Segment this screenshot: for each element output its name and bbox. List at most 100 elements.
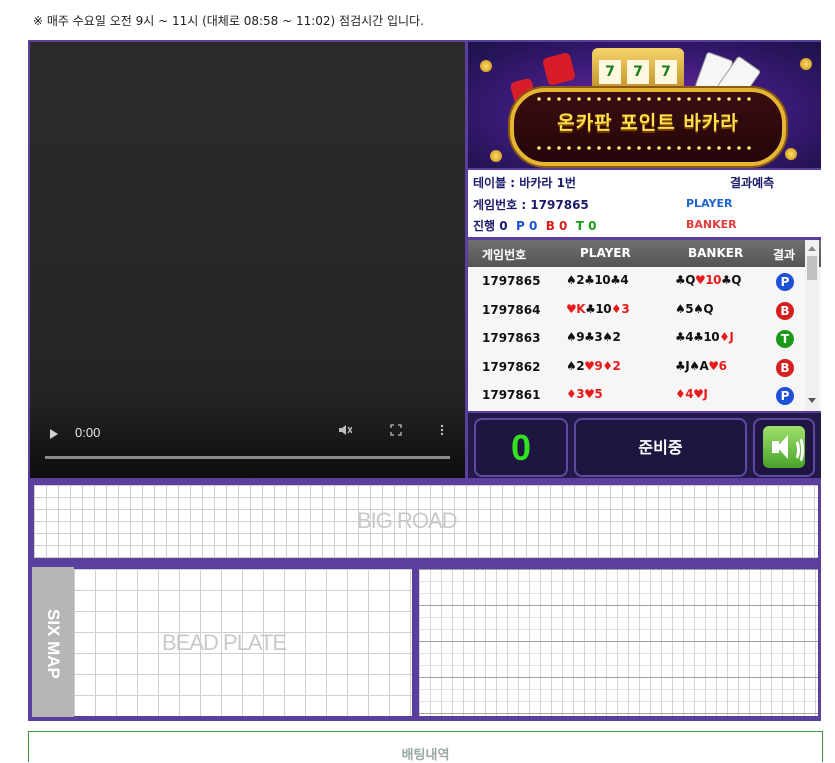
derived-roads-grid bbox=[419, 569, 818, 716]
scroll-down-icon[interactable] bbox=[808, 398, 816, 403]
card-rank: 4 bbox=[685, 387, 694, 401]
speaker-cone bbox=[777, 435, 788, 459]
mute-icon[interactable] bbox=[338, 424, 353, 440]
card-value: ♥ bbox=[694, 273, 706, 287]
header-player: PLAYER bbox=[580, 246, 631, 260]
coin-decoration bbox=[490, 150, 502, 162]
card-value: ♠ bbox=[566, 358, 577, 373]
card-value: ♣ bbox=[675, 330, 686, 344]
card-value: ♠ bbox=[566, 273, 577, 287]
row-player-cards: ♥K♣10♦3 bbox=[566, 301, 630, 316]
card-rank: 2 bbox=[576, 273, 585, 287]
history-scrollbar[interactable] bbox=[805, 240, 819, 411]
bead-plate-label: BEAD PLATE bbox=[162, 630, 287, 655]
scroll-thumb[interactable] bbox=[807, 256, 817, 280]
history-row[interactable]: 1797863 ♠9♣3♠2 ♣4♣10♦J T bbox=[468, 325, 808, 353]
player-count-label: P bbox=[516, 219, 525, 233]
row-player-cards: ♦3♥5 bbox=[566, 387, 603, 401]
marquee-lights bbox=[534, 146, 754, 150]
card-value: ♦ bbox=[566, 387, 577, 401]
game-number: 게임번호 : 1797865 bbox=[473, 198, 589, 212]
tie-count: 0 bbox=[588, 219, 597, 233]
row-player-cards: ♠2♣10♣4 bbox=[566, 273, 629, 287]
progress-counts: 진행 0 P 0 B 0 T 0 bbox=[473, 217, 597, 234]
card-value: ♣ bbox=[584, 273, 595, 287]
history-row[interactable]: 1797865 ♠2♣10♣4 ♣Q♥10♣Q P bbox=[468, 268, 808, 296]
row-banker-cards: ♣J♠A♥6 bbox=[675, 358, 727, 373]
predict-player[interactable]: PLAYER bbox=[686, 197, 732, 210]
slot-reel: 7 bbox=[655, 60, 677, 84]
row-banker-cards: ♣4♣10♦J bbox=[675, 330, 734, 344]
card-value: ♣ bbox=[585, 301, 596, 316]
scroll-up-icon[interactable] bbox=[808, 246, 816, 251]
card-value: ♦ bbox=[611, 301, 622, 316]
row-result-badge: B bbox=[776, 301, 794, 320]
fullscreen-icon[interactable] bbox=[390, 424, 402, 440]
tie-count-label: T bbox=[575, 219, 584, 233]
row-result-badge: B bbox=[776, 358, 794, 377]
card-value: ♥ bbox=[584, 387, 595, 401]
card-value: ♠ bbox=[602, 330, 613, 344]
video-progress-bar[interactable] bbox=[45, 456, 450, 459]
row-game-number: 1797865 bbox=[482, 274, 541, 288]
video-time: 0:00 bbox=[75, 425, 101, 440]
sound-toggle-button[interactable] bbox=[753, 418, 815, 477]
header-result: 결과 bbox=[773, 248, 796, 262]
row-game-number: 1797862 bbox=[482, 359, 541, 374]
card-rank: 4 bbox=[620, 273, 629, 287]
game-history-table[interactable]: 게임번호 PLAYER BANKER 결과 1797865 ♠2♣10♣4 ♣Q♥1… bbox=[468, 240, 821, 411]
sound-wave bbox=[793, 436, 804, 464]
card-value: ♦ bbox=[719, 330, 730, 344]
row-result-badge: T bbox=[776, 330, 794, 348]
table-name: 테이블 : 바카라 1번 bbox=[473, 176, 576, 190]
video-player[interactable] bbox=[30, 42, 465, 478]
card-value: ♠ bbox=[693, 301, 704, 316]
card-value: ♠ bbox=[689, 358, 700, 373]
play-icon[interactable] bbox=[50, 429, 58, 439]
card-rank: 3 bbox=[576, 387, 585, 401]
card-rank: 6 bbox=[718, 358, 727, 373]
row-result-badge: P bbox=[776, 273, 794, 291]
card-value: ♠ bbox=[675, 301, 686, 316]
card-value: ♥ bbox=[584, 358, 595, 373]
coin-decoration bbox=[785, 148, 797, 160]
countdown-timer: 0 bbox=[474, 418, 568, 477]
progress-label: 진행 bbox=[473, 219, 496, 233]
row-banker-cards: ♦4♥J bbox=[675, 387, 708, 401]
bet-history-panel: 배팅내역 bbox=[28, 731, 823, 763]
table-info-panel: 테이블 : 바카라 1번 게임번호 : 1797865 진행 0 P 0 B 0… bbox=[468, 170, 821, 237]
predict-banker[interactable]: BANKER bbox=[686, 218, 737, 231]
progress-count: 0 bbox=[499, 219, 508, 233]
card-rank: Q bbox=[703, 301, 714, 316]
header-game-number: 게임번호 bbox=[482, 248, 527, 262]
card-value: ♣ bbox=[720, 273, 732, 287]
video-controls-overlay bbox=[30, 408, 465, 478]
card-rank: 5 bbox=[594, 387, 603, 401]
card-value: ♦ bbox=[602, 358, 613, 373]
player-count: 0 bbox=[528, 219, 538, 233]
card-rank: 9 bbox=[576, 330, 585, 344]
big-road-label: BIG ROAD bbox=[357, 508, 458, 533]
history-row[interactable]: 1797864 ♥K♣10♦3 ♠5♠Q B bbox=[468, 297, 808, 325]
card-rank: 10 bbox=[595, 301, 612, 316]
banner-title: 온카판 포인트 바카라 bbox=[557, 112, 739, 134]
card-value: ♠ bbox=[566, 330, 577, 344]
slot-reel: 7 bbox=[599, 60, 621, 84]
bet-history-title: 배팅내역 bbox=[401, 748, 450, 763]
history-header: 게임번호 PLAYER BANKER 결과 bbox=[468, 240, 821, 267]
card-value: ♣ bbox=[693, 330, 704, 344]
card-rank: 2 bbox=[612, 358, 621, 373]
card-value: ♦ bbox=[675, 387, 686, 401]
history-row[interactable]: 1797862 ♠2♥9♦2 ♣J♠A♥6 B bbox=[468, 354, 808, 382]
card-value: ♣ bbox=[675, 273, 686, 287]
speaker-icon[interactable] bbox=[763, 426, 805, 468]
card-rank: 5 bbox=[685, 301, 694, 316]
history-row[interactable]: 1797861 ♦3♥5 ♦4♥J P bbox=[468, 382, 808, 410]
card-value: ♥ bbox=[708, 358, 719, 373]
card-value: ♣ bbox=[610, 273, 621, 287]
card-rank: 10 bbox=[703, 330, 720, 344]
card-rank: K bbox=[576, 301, 586, 316]
six-map-label: SIX MAP bbox=[44, 609, 63, 679]
coin-decoration bbox=[800, 58, 812, 70]
more-options-icon[interactable] bbox=[440, 424, 444, 440]
